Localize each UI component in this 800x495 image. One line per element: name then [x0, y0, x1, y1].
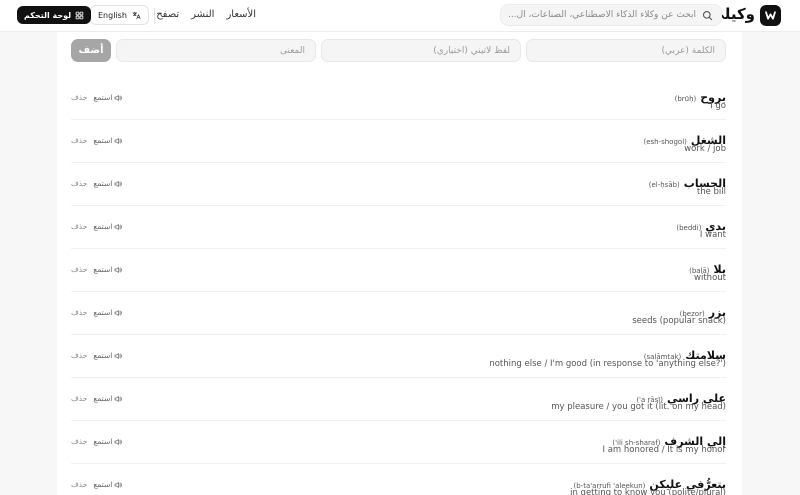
- listen-label: استمع: [93, 437, 113, 446]
- listen-label: استمع: [93, 222, 113, 231]
- delete-button[interactable]: حذف: [71, 179, 87, 188]
- listen-label: استمع: [93, 265, 113, 274]
- speaker-icon: [114, 266, 122, 273]
- vocabulary-panel: أضف بروح(brūḥ)I goاستمعحذفالشغل(esh-shog…: [57, 32, 742, 495]
- nav-publish[interactable]: النشر: [191, 9, 214, 20]
- language-toggle-button[interactable]: English: [90, 5, 149, 25]
- listen-button[interactable]: استمع: [93, 179, 122, 188]
- listen-button[interactable]: استمع: [93, 265, 122, 274]
- listen-button[interactable]: استمع: [93, 437, 122, 446]
- listen-label: استمع: [93, 179, 113, 188]
- delete-button[interactable]: حذف: [71, 437, 87, 446]
- meaning-field[interactable]: [116, 39, 316, 62]
- delete-button[interactable]: حذف: [71, 394, 87, 403]
- search-icon: [702, 10, 713, 20]
- word-actions: استمع حذف: [71, 437, 122, 446]
- list-item: سلامتك(salāmtak) nothing else / I'm good …: [71, 335, 726, 378]
- word-actions: استمع حذف: [71, 308, 122, 317]
- speaker-icon: [114, 438, 122, 445]
- listen-label: استمع: [93, 308, 113, 317]
- delete-button[interactable]: حذف: [71, 480, 87, 489]
- delete-button[interactable]: حذف: [71, 351, 87, 360]
- listen-label: استمع: [93, 136, 113, 145]
- transliteration: (beddi): [676, 224, 702, 232]
- listen-button[interactable]: استمع: [93, 308, 122, 317]
- transliteration: (el-ḥsāb): [648, 181, 680, 189]
- list-item: الحساب(el-ḥsāb) the bill استمع حذف: [71, 163, 726, 206]
- nav-pricing[interactable]: الأسعار: [226, 9, 256, 20]
- word-actions: استمع حذف: [71, 93, 122, 102]
- header-divider: [154, 8, 155, 24]
- word-actions: استمع حذف: [71, 265, 122, 274]
- word-actions: استمع حذف: [71, 394, 122, 403]
- word-actions: استمع حذف: [71, 179, 122, 188]
- main-nav: الأسعار النشر تصفح: [156, 9, 256, 20]
- list-item: بدي(beddi) I want استمع حذف: [71, 206, 726, 249]
- speaker-icon: [114, 481, 122, 488]
- word-actions: استمع حذف: [71, 136, 122, 145]
- word-actions: استمع حذف: [71, 351, 122, 360]
- list-item: بزر(bezor) seeds (popular snack) استمع حذف: [71, 292, 726, 335]
- add-word-form: أضف: [71, 39, 726, 63]
- word-meaning: I go: [710, 101, 726, 111]
- delete-button[interactable]: حذف: [71, 308, 87, 317]
- dashboard-icon: [75, 11, 84, 19]
- nav-browse[interactable]: تصفح: [156, 9, 179, 20]
- listen-label: استمع: [93, 93, 113, 102]
- word-meaning: without: [694, 273, 726, 283]
- list-item: بتعرُّفي عليكن(b-ta'arrufi 'aleekun) in g…: [71, 464, 726, 495]
- listen-label: استمع: [93, 480, 113, 489]
- delete-button[interactable]: حذف: [71, 222, 87, 231]
- dashboard-label: لوحة التحكم: [24, 10, 72, 20]
- speaker-icon: [114, 137, 122, 144]
- language-label: English: [98, 10, 127, 20]
- delete-button[interactable]: حذف: [71, 136, 87, 145]
- listen-label: استمع: [93, 394, 113, 403]
- arabic-word-field[interactable]: [526, 39, 726, 62]
- translate-icon: [132, 11, 141, 19]
- listen-button[interactable]: استمع: [93, 351, 122, 360]
- list-item: إلي الشرف(ili sh-sharaf') I am honored / …: [71, 421, 726, 464]
- listen-button[interactable]: استمع: [93, 394, 122, 403]
- search-box[interactable]: [500, 4, 722, 26]
- delete-button[interactable]: حذف: [71, 265, 87, 274]
- list-item: على راسي(a rāsī') my pleasure / you got i…: [71, 378, 726, 421]
- add-button[interactable]: أضف: [71, 39, 111, 62]
- word-meaning: the bill: [696, 187, 726, 197]
- listen-button[interactable]: استمع: [93, 222, 122, 231]
- speaker-icon: [114, 309, 122, 316]
- word-meaning: in getting to know you (polite/plural): [570, 488, 726, 495]
- dashboard-button[interactable]: لوحة التحكم: [17, 6, 92, 24]
- list-item: بلا(balā) without استمع حذف: [71, 249, 726, 292]
- listen-label: استمع: [93, 351, 113, 360]
- transliteration: (brūḥ): [674, 95, 697, 103]
- speaker-icon: [114, 352, 122, 359]
- listen-button[interactable]: استمع: [93, 136, 122, 145]
- word-meaning: I am honored / It is my honor: [602, 445, 727, 455]
- word-meaning: seeds (popular snack): [632, 316, 726, 326]
- word-meaning: work / job: [684, 144, 726, 154]
- word-meaning: nothing else / I'm good (in response to …: [489, 359, 726, 369]
- speaker-icon: [114, 223, 122, 230]
- logo-icon[interactable]: [760, 5, 781, 26]
- search-input[interactable]: [506, 10, 696, 20]
- speaker-icon: [114, 395, 122, 402]
- speaker-icon: [114, 180, 122, 187]
- transliteration: (esh-shogol): [643, 138, 687, 146]
- speaker-icon: [114, 94, 122, 101]
- word-meaning: I want: [699, 230, 726, 240]
- latin-transliteration-field[interactable]: [321, 39, 521, 62]
- word-list: بروح(brūḥ) I go استمع حذف الشغل(esh-shogol) w…: [71, 77, 726, 495]
- list-item: الشغل(esh-shogol) work / job استمع حذف: [71, 120, 726, 163]
- listen-button[interactable]: استمع: [93, 93, 122, 102]
- word-actions: استمع حذف: [71, 480, 122, 489]
- listen-button[interactable]: استمع: [93, 480, 122, 489]
- list-item: بروح(brūḥ) I go استمع حذف: [71, 77, 726, 120]
- top-bar: وكيلي الأسعار النشر تصفح English لوحة ال…: [0, 0, 800, 32]
- delete-button[interactable]: حذف: [71, 93, 87, 102]
- word-actions: استمع حذف: [71, 222, 122, 231]
- word-meaning: my pleasure / you got it (lit. on my hea…: [551, 402, 726, 412]
